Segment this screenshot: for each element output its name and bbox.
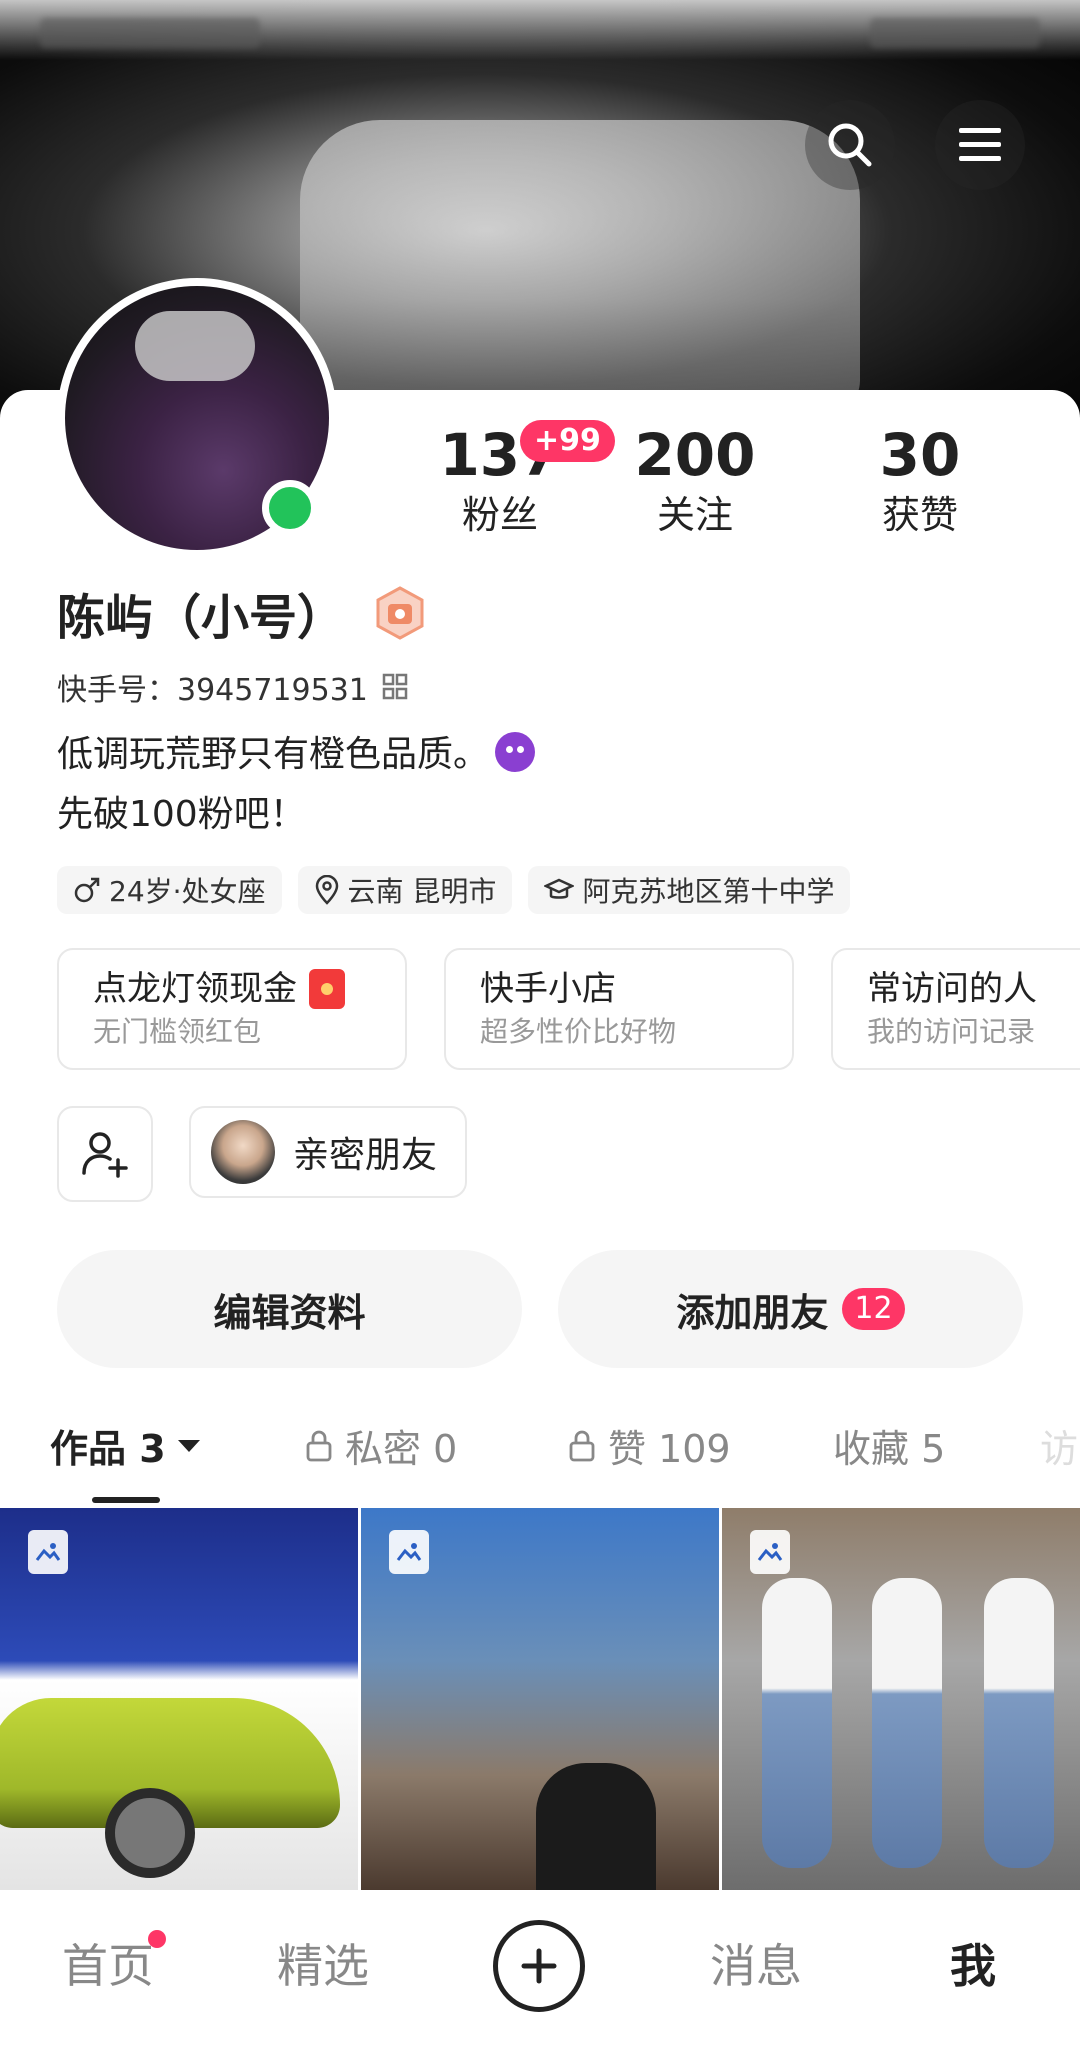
following-label: 关注 <box>656 493 733 537</box>
tab-favorites[interactable]: 收藏 5 <box>833 1418 945 1473</box>
stats-row: 137 粉丝 +99 200 关注 30 获赞 <box>400 420 1020 550</box>
image-post-icon <box>750 1530 790 1574</box>
friends-row: 亲密朋友 <box>57 1106 468 1202</box>
action-row: 编辑资料 添加朋友 12 <box>57 1250 1023 1370</box>
search-icon <box>828 123 872 167</box>
profile-tags: 24岁·处女座 云南 昆明市 阿克苏地区第十中学 <box>57 866 851 914</box>
stat-likes[interactable]: 30 获赞 <box>820 420 1020 540</box>
nav-home-notification-dot <box>148 1930 166 1948</box>
close-friends-label: 亲密朋友 <box>293 1135 438 1176</box>
tab-works-label: 作品 3 <box>50 1427 166 1471</box>
tab-likes-label: 赞 109 <box>608 1427 731 1471</box>
banner-image <box>300 120 860 420</box>
add-friends-button[interactable]: 添加朋友 12 <box>558 1250 1023 1368</box>
nav-home[interactable]: 首页 <box>62 1930 154 1996</box>
qr-code-icon[interactable] <box>382 673 408 701</box>
feature-card-subtitle: 我的访问记录 <box>867 1015 1036 1048</box>
status-bar-left-blur <box>40 18 260 48</box>
thumbnail-dancer <box>872 1578 942 1868</box>
tab-likes[interactable]: 赞 109 <box>568 1418 731 1473</box>
feature-card-shop[interactable]: 快手小店 超多性价比好物 <box>444 948 794 1070</box>
name-row: 陈屿（小号） <box>57 578 427 648</box>
nav-messages[interactable]: 消息 <box>710 1930 802 1996</box>
create-post-button[interactable] <box>493 1920 585 2012</box>
likes-count: 30 <box>879 421 961 489</box>
close-friend-avatar <box>211 1120 275 1184</box>
devil-emoji-icon <box>495 732 536 772</box>
add-friends-label: 添加朋友 <box>676 1290 829 1335</box>
add-user-icon <box>82 1132 128 1178</box>
thumbnail-dancer <box>984 1578 1054 1868</box>
chevron-down-icon <box>177 1439 200 1452</box>
medal-icon[interactable] <box>373 586 427 640</box>
tag-age-label: 24岁·处女座 <box>109 875 266 908</box>
status-bar-right-blur <box>870 18 1040 48</box>
location-icon <box>315 875 338 905</box>
feature-cards: 点龙灯领现金 无门槛领红包 快手小店 超多性价比好物 常访问的人 我的访问记录 <box>57 948 1080 1072</box>
bio-line-2: 先破100粉吧！ <box>57 794 306 835</box>
likes-label: 获赞 <box>881 493 958 537</box>
tag-school-label: 阿克苏地区第十中学 <box>582 875 835 908</box>
feature-card-title: 快手小店 <box>480 969 616 1009</box>
feature-card-dragon-lantern[interactable]: 点龙灯领现金 无门槛领红包 <box>57 948 407 1070</box>
avatar-hand <box>135 311 255 381</box>
fans-label: 粉丝 <box>461 493 538 537</box>
plus-icon <box>521 1948 557 1984</box>
image-post-icon <box>28 1530 68 1574</box>
close-friends-button[interactable]: 亲密朋友 <box>189 1106 468 1198</box>
stat-following[interactable]: 200 关注 <box>595 420 795 540</box>
content-tabs: 作品 3 私密 0 赞 109 收藏 5 访 <box>0 1410 1080 1500</box>
feature-card-subtitle: 超多性价比好物 <box>480 1015 677 1048</box>
add-user-button[interactable] <box>57 1106 153 1202</box>
image-post-icon <box>389 1530 429 1574</box>
following-count: 200 <box>634 421 756 489</box>
add-friends-count-badge: 12 <box>842 1288 905 1330</box>
tag-age[interactable]: 24岁·处女座 <box>57 866 282 914</box>
bio-line-1: 低调玩荒野只有橙色品质。 <box>57 734 490 775</box>
feature-card-title: 点龙灯领现金 <box>93 969 297 1009</box>
work-thumbnail[interactable] <box>361 1508 719 1890</box>
bottom-nav: 首页 精选 消息 我 <box>0 1890 1080 2061</box>
active-tab-indicator <box>92 1497 160 1503</box>
menu-button[interactable] <box>935 100 1025 190</box>
kuaishou-id-row[interactable]: 快手号：3945719531 <box>57 665 408 709</box>
thumbnail-person <box>536 1763 656 1890</box>
tab-private[interactable]: 私密 0 <box>305 1418 457 1473</box>
tab-visitors[interactable]: 访 <box>1040 1418 1078 1473</box>
lock-icon <box>569 1430 595 1461</box>
kuaishou-id: 快手号：3945719531 <box>57 673 368 708</box>
feature-card-title: 常访问的人 <box>867 969 1037 1009</box>
feature-card-visitors[interactable]: 常访问的人 我的访问记录 <box>831 948 1080 1070</box>
menu-icon <box>959 128 1001 161</box>
work-thumbnail[interactable] <box>722 1508 1080 1890</box>
work-thumbnail[interactable] <box>0 1508 358 1890</box>
male-icon <box>74 877 100 903</box>
tag-location-label: 云南 昆明市 <box>347 875 497 908</box>
profile-name: 陈屿（小号） <box>57 590 346 646</box>
works-grid <box>0 1508 1080 1890</box>
edit-profile-label: 编辑资料 <box>213 1290 366 1335</box>
nav-featured[interactable]: 精选 <box>277 1930 369 1996</box>
bio: 低调玩荒野只有橙色品质。 先破100粉吧！ <box>57 725 536 845</box>
tag-location[interactable]: 云南 昆明市 <box>297 866 513 914</box>
nav-me[interactable]: 我 <box>950 1930 996 1996</box>
tab-visitors-label: 访 <box>1040 1427 1079 1471</box>
school-icon <box>544 878 575 899</box>
tag-school[interactable]: 阿克苏地区第十中学 <box>528 866 851 914</box>
tab-favorites-label: 收藏 5 <box>833 1427 946 1471</box>
thumbnail-dancer <box>762 1578 832 1868</box>
lock-icon <box>306 1430 332 1461</box>
online-status-dot <box>262 480 318 536</box>
edit-profile-button[interactable]: 编辑资料 <box>57 1250 522 1368</box>
red-packet-icon <box>309 969 345 1009</box>
thumbnail-car-wheel <box>105 1788 195 1878</box>
search-button[interactable] <box>805 100 895 190</box>
tab-private-label: 私密 0 <box>345 1427 458 1471</box>
feature-card-subtitle: 无门槛领红包 <box>93 1015 262 1048</box>
tab-works[interactable]: 作品 3 <box>50 1418 202 1473</box>
